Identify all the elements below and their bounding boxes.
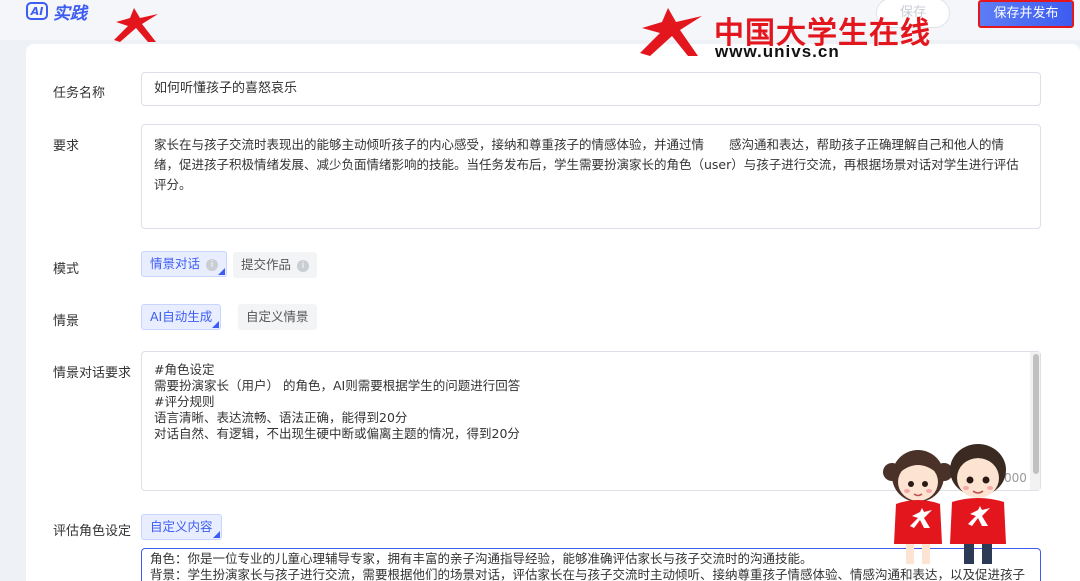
info-icon[interactable]: i (297, 259, 310, 272)
app-title: 实践 (53, 3, 87, 24)
task-name-input[interactable]: 如何听懂孩子的喜怒哀乐 (141, 72, 1041, 106)
mode-option-submit-work[interactable]: 提交作品 i (233, 252, 318, 278)
scenario-requirement-label: 情景对话要求 (53, 366, 132, 381)
ai-badge-icon: AI (26, 2, 48, 20)
requirement-label: 要求 (53, 139, 80, 154)
scenario-option-ai-generated[interactable]: AI自动生成 (141, 304, 222, 330)
requirement-textarea[interactable]: 家长在与孩子交流时表现出的能够主动倾听孩子的内心感受，接纳和尊重孩子的情感体验，… (141, 124, 1041, 229)
selected-corner-icon (218, 268, 226, 275)
scrollbar-thumb[interactable] (1033, 354, 1039, 474)
univs-watermark: 中国大学生在线 www.univs.cn (638, 8, 958, 62)
scenario-option-custom[interactable]: 自定义情景 (238, 304, 317, 330)
evaluation-option-custom-content[interactable]: 自定义内容 (141, 514, 222, 540)
brand-logo-mark-icon (638, 8, 710, 62)
info-icon[interactable]: i (206, 258, 219, 271)
app-logo: AI 实践 (26, 1, 87, 24)
brand-logo-mark-icon (112, 8, 164, 48)
scenario-label: 情景 (53, 314, 80, 329)
mode-option-scenario-dialogue[interactable]: 情景对话 i (141, 251, 228, 277)
selected-corner-icon (212, 531, 220, 538)
scenario-option-label: 自定义情景 (246, 309, 309, 324)
task-name-label: 任务名称 (53, 86, 106, 101)
watermark-url: www.univs.cn (715, 42, 840, 61)
selected-corner-icon (212, 321, 220, 328)
mode-label: 模式 (53, 262, 80, 277)
evaluation-role-label: 评估角色设定 (53, 524, 132, 539)
scenario-option-label: AI自动生成 (150, 309, 213, 324)
mode-option-label: 提交作品 (241, 257, 292, 272)
mascot-illustration (876, 432, 1022, 576)
mode-option-label: 情景对话 (150, 256, 201, 271)
save-and-publish-button[interactable]: 保存并发布 (978, 0, 1074, 28)
evaluation-option-label: 自定义内容 (150, 519, 213, 534)
